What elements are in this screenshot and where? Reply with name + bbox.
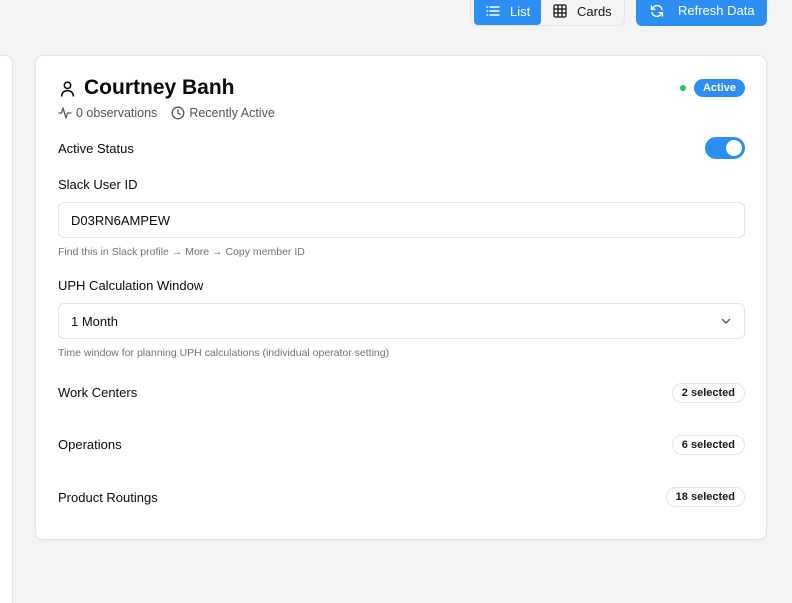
slack-user-id-field[interactable] bbox=[58, 202, 745, 238]
user-icon bbox=[60, 80, 75, 97]
activity-icon bbox=[58, 107, 72, 119]
observations-count: 0 observations bbox=[76, 106, 158, 120]
chevron-down-icon bbox=[721, 318, 731, 324]
status-indicator: Active bbox=[679, 79, 745, 97]
work-centers-label: Work Centers bbox=[58, 385, 138, 400]
list-view-label: List bbox=[510, 3, 531, 19]
observations-meta: 0 observations bbox=[58, 106, 157, 120]
uph-window-value: 1 Month bbox=[71, 313, 118, 329]
uph-window-select[interactable]: 1 Month bbox=[58, 303, 745, 339]
slack-user-id-hint: Find this in Slack profile → More → Copy… bbox=[58, 246, 305, 258]
product-routings-label: Product Routings bbox=[58, 490, 158, 505]
operator-header: Courtney Banh bbox=[59, 76, 235, 100]
uph-window-label: UPH Calculation Window bbox=[58, 278, 204, 293]
operator-name: Courtney Banh bbox=[84, 76, 235, 99]
work-centers-count-badge[interactable]: 2 selected bbox=[671, 383, 745, 403]
activity-status: Recently Active bbox=[189, 106, 275, 120]
refresh-icon bbox=[650, 4, 664, 17]
cards-view-button[interactable]: Cards bbox=[541, 0, 612, 25]
active-status-toggle[interactable] bbox=[705, 137, 745, 159]
left-panel bbox=[0, 55, 13, 603]
operations-count-badge[interactable]: 6 selected bbox=[671, 435, 745, 455]
view-toggle: List Cards bbox=[470, 0, 625, 26]
product-routings-count-badge[interactable]: 18 selected bbox=[665, 487, 745, 507]
slack-user-id-input[interactable] bbox=[71, 212, 744, 228]
operator-meta: 0 observations Recently Active bbox=[58, 106, 275, 120]
cards-view-label: Cards bbox=[577, 3, 612, 19]
refresh-data-label: Refresh Data bbox=[678, 3, 755, 18]
clock-icon bbox=[171, 106, 185, 120]
operator-card: Courtney Banh 0 observations Recently Ac… bbox=[35, 55, 767, 540]
list-icon bbox=[486, 6, 500, 16]
list-view-button[interactable]: List bbox=[474, 0, 541, 25]
operations-label: Operations bbox=[58, 437, 122, 452]
toggle-knob bbox=[726, 140, 742, 156]
uph-window-hint: Time window for planning UPH calculation… bbox=[58, 347, 390, 359]
status-dot bbox=[679, 85, 686, 91]
grid-icon bbox=[553, 4, 567, 18]
refresh-data-button[interactable]: Refresh Data bbox=[636, 0, 767, 26]
status-badge: Active bbox=[693, 79, 745, 97]
active-status-label: Active Status bbox=[58, 141, 134, 156]
activity-meta: Recently Active bbox=[171, 106, 275, 120]
slack-user-id-label: Slack User ID bbox=[58, 177, 138, 192]
